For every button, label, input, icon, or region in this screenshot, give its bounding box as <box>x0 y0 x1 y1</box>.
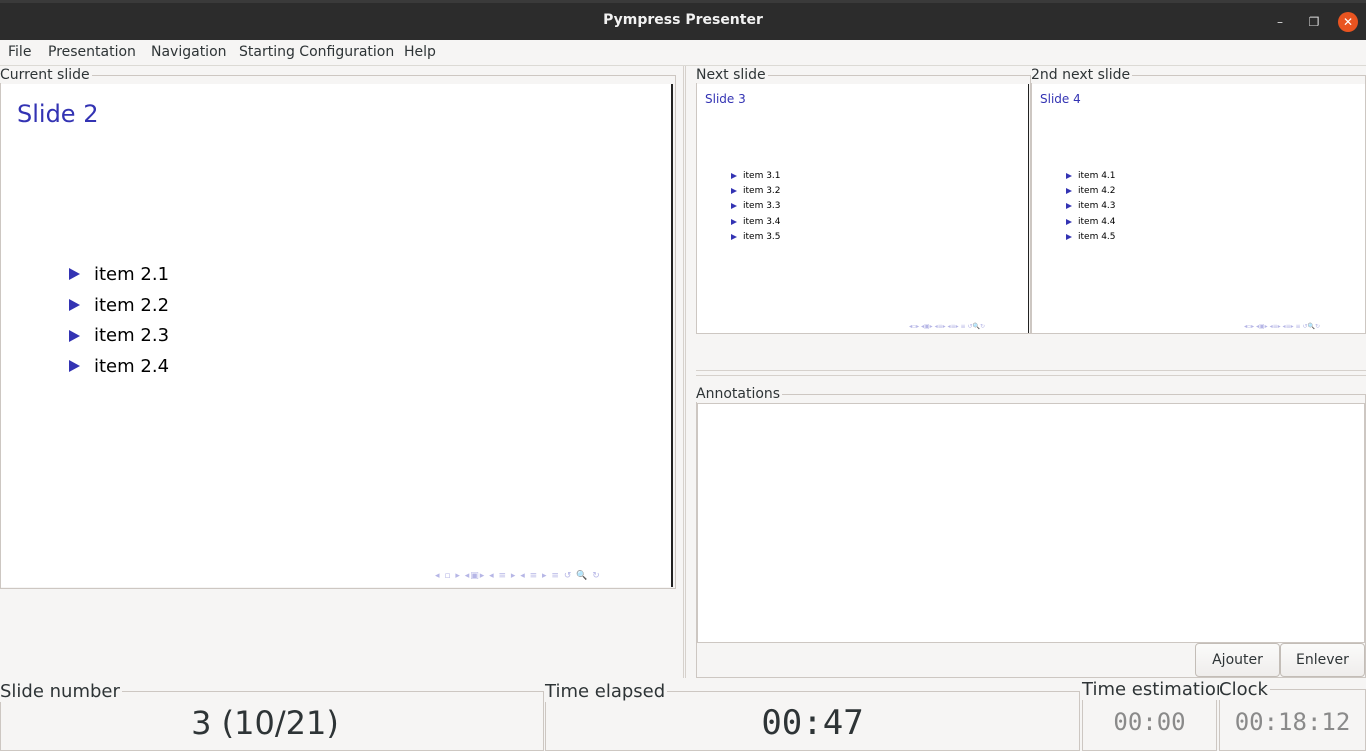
list-item: item 4.2 <box>1066 183 1116 198</box>
slide-title: Slide 2 <box>17 100 99 128</box>
minimize-icon[interactable]: – <box>1270 12 1290 32</box>
beamer-nav-icons: ◂▫▸ ◂▣▸ ◂≡▸ ◂≡▸ ≡ ↺🔍↻ <box>909 323 985 330</box>
bullet-triangle-icon <box>69 299 80 312</box>
pane-separator-vertical[interactable] <box>683 66 686 678</box>
time-elapsed-label: Time elapsed <box>545 681 668 702</box>
list-item-text: item 4.4 <box>1078 216 1116 227</box>
list-item-text: item 2.2 <box>94 294 170 316</box>
menu-navigation[interactable]: Navigation <box>151 44 227 60</box>
menu-presentation[interactable]: Presentation <box>48 44 136 60</box>
time-estimation-label: Time estimation <box>1082 679 1230 700</box>
list-item: item 4.1 <box>1066 168 1116 183</box>
list-item: item 3.1 <box>731 168 781 183</box>
list-item: item 2.3 <box>69 320 169 351</box>
bullet-triangle-icon <box>69 360 80 373</box>
bullet-triangle-icon <box>69 268 80 281</box>
slide-item-list: item 4.1 item 4.2 item 4.3 item 4.4 item… <box>1066 168 1116 244</box>
beamer-nav-icons: ◂▫▸ ◂▣▸ ◂≡▸ ◂≡▸ ≡ ↺🔍↻ <box>1244 323 1320 330</box>
list-item: item 2.2 <box>69 290 169 321</box>
close-icon[interactable]: ✕ <box>1338 12 1358 32</box>
list-item: item 3.3 <box>731 199 781 214</box>
list-item: item 3.5 <box>731 229 781 244</box>
list-item: item 4.3 <box>1066 199 1116 214</box>
slide-title: Slide 3 <box>705 92 746 106</box>
list-item: item 3.4 <box>731 214 781 229</box>
slide-title: Slide 4 <box>1040 92 1081 106</box>
menu-bar: File Presentation Navigation Starting Co… <box>0 40 1366 66</box>
list-item-text: item 3.3 <box>743 201 781 212</box>
time-elapsed-value[interactable]: 00:47 <box>545 703 1080 743</box>
clock-value: 00:18:12 <box>1234 708 1351 736</box>
bullet-triangle-icon <box>731 187 737 194</box>
bullet-triangle-icon <box>1066 233 1072 240</box>
bullet-triangle-icon <box>731 233 737 240</box>
clock-label: Clock <box>1219 679 1270 700</box>
bullet-triangle-icon <box>1066 187 1072 194</box>
slide-number-label: Slide number <box>0 681 122 702</box>
list-item-text: item 4.2 <box>1078 185 1116 196</box>
bullet-triangle-icon <box>1066 218 1072 225</box>
list-item-text: item 3.4 <box>743 216 781 227</box>
list-item: item 3.2 <box>731 183 781 198</box>
second-next-slide-label: 2nd next slide <box>1031 67 1133 83</box>
list-item-text: item 4.1 <box>1078 170 1116 181</box>
list-item: item 4.5 <box>1066 229 1116 244</box>
remove-annotation-button[interactable]: Enlever <box>1280 643 1365 677</box>
next-slide-label: Next slide <box>696 67 768 83</box>
list-item-text: item 2.1 <box>94 263 170 285</box>
bullet-triangle-icon <box>1066 203 1072 210</box>
second-next-slide-view[interactable]: Slide 4 item 4.1 item 4.2 item 4.3 item … <box>1032 84 1365 333</box>
bullet-triangle-icon <box>1066 172 1072 179</box>
annotations-label: Annotations <box>696 386 783 402</box>
annotations-textarea[interactable] <box>697 403 1365 643</box>
next-slide-view[interactable]: Slide 3 item 3.1 item 3.2 item 3.3 item … <box>697 84 1029 333</box>
list-item: item 2.1 <box>69 259 169 290</box>
list-item-text: item 2.4 <box>94 355 170 377</box>
list-item-text: item 4.3 <box>1078 201 1116 212</box>
slide-item-list: item 2.1 item 2.2 item 2.3 item 2.4 <box>69 259 169 382</box>
maximize-icon[interactable]: ❐ <box>1304 12 1324 32</box>
list-item-text: item 3.5 <box>743 231 781 242</box>
window-title: Pympress Presenter <box>603 12 763 28</box>
pane-separator-horizontal[interactable] <box>696 370 1366 376</box>
current-slide-view[interactable]: Slide 2 item 2.1 item 2.2 item 2.3 item … <box>1 84 673 587</box>
list-item-text: item 2.3 <box>94 325 170 347</box>
beamer-nav-icons: ◂ ▫ ▸ ◂▣▸ ◂ ≡ ▸ ◂ ≡ ▸ ≡ ↺ 🔍 ↻ <box>435 571 601 581</box>
slide-item-list: item 3.1 item 3.2 item 3.3 item 3.4 item… <box>731 168 781 244</box>
window-titlebar: Pympress Presenter – ❐ ✕ <box>0 0 1366 40</box>
list-item: item 4.4 <box>1066 214 1116 229</box>
time-estimation-value[interactable]: 00:00 <box>1082 708 1217 736</box>
add-annotation-button[interactable]: Ajouter <box>1195 643 1280 677</box>
list-item-text: item 4.5 <box>1078 231 1116 242</box>
bullet-triangle-icon <box>731 203 737 210</box>
current-slide-label: Current slide <box>0 67 92 83</box>
bullet-triangle-icon <box>731 218 737 225</box>
menu-file[interactable]: File <box>8 44 31 60</box>
menu-help[interactable]: Help <box>404 44 436 60</box>
slide-number-value[interactable]: 3 (10/21) <box>0 704 530 742</box>
menu-starting-configuration[interactable]: Starting Configuration <box>239 44 394 60</box>
list-item: item 2.4 <box>69 351 169 382</box>
bullet-triangle-icon <box>69 329 80 342</box>
bullet-triangle-icon <box>731 172 737 179</box>
list-item-text: item 3.2 <box>743 185 781 196</box>
list-item-text: item 3.1 <box>743 170 781 181</box>
